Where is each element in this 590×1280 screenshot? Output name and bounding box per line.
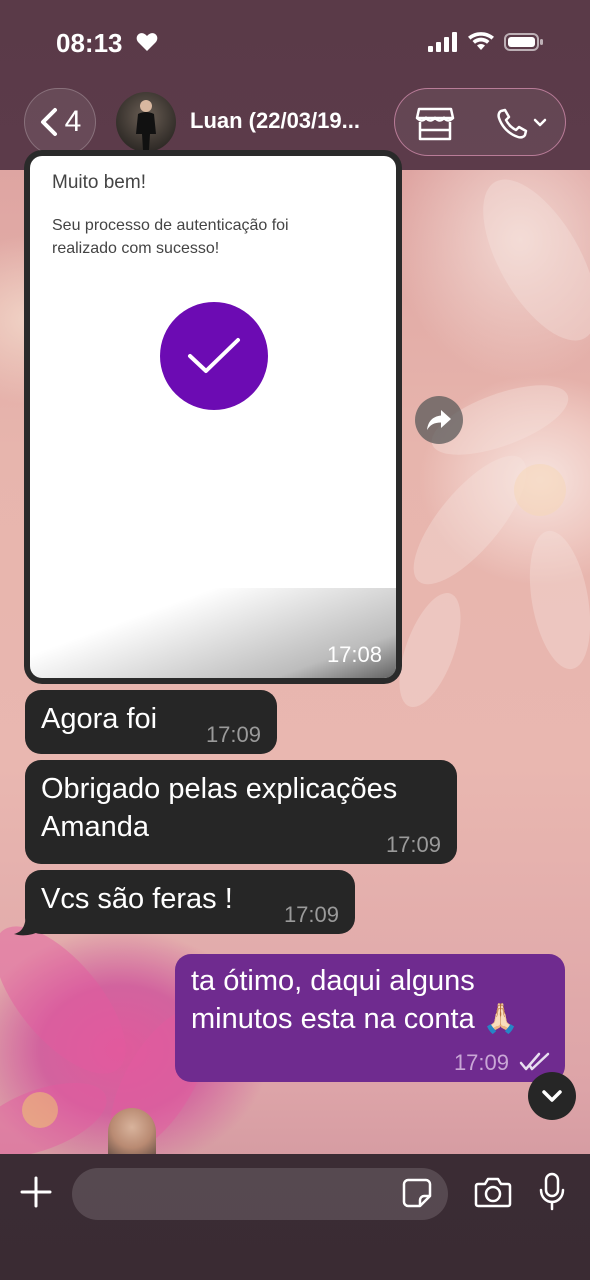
read-ticks-icon — [519, 1052, 550, 1071]
message-bubble-in[interactable]: Vcs são feras ! 17:09 — [25, 870, 355, 934]
image-text: Seu processo de autenticação foi realiza… — [52, 217, 289, 257]
checkmark-icon — [188, 338, 240, 373]
store-icon[interactable] — [415, 107, 455, 141]
status-icons — [428, 32, 544, 52]
message-bubble-in[interactable]: Obrigado pelas explicações Amanda 17:09 — [25, 760, 457, 864]
phone-call-icon[interactable] — [495, 107, 551, 141]
battery-icon — [504, 33, 543, 51]
cellular-signal-icon — [428, 32, 457, 52]
contact-name[interactable]: Luan (22/03/19... — [190, 108, 360, 134]
microphone-icon[interactable] — [538, 1172, 566, 1212]
image-content: Muito bem! Seu processo de autenticação … — [30, 156, 396, 678]
message-time: 17:09 — [283, 902, 339, 927]
image-title: Muito bem! — [52, 172, 146, 193]
image-message[interactable]: Muito bem! Seu processo de autenticação … — [24, 150, 402, 684]
status-time: 08:13 — [56, 28, 123, 58]
header-actions — [394, 88, 566, 156]
message-text-line: Amanda — [41, 811, 150, 843]
wifi-icon — [468, 32, 494, 50]
back-button[interactable]: 4 — [24, 88, 96, 156]
message-text-line: Obrigado pelas explicações — [41, 773, 398, 805]
camera-icon[interactable] — [474, 1176, 512, 1208]
sticker-icon[interactable] — [402, 1178, 432, 1208]
message-time: 17:09 — [453, 1050, 509, 1075]
person-photo — [136, 100, 156, 150]
message-text: Agora foi — [41, 703, 158, 735]
forward-button[interactable] — [415, 396, 463, 444]
contact-avatar[interactable] — [116, 92, 176, 152]
composer-bar — [0, 1154, 590, 1280]
chevron-left-icon — [40, 108, 57, 136]
plus-icon[interactable] — [18, 1174, 54, 1210]
message-text-line: minutos esta na conta 🙏🏻 — [191, 1003, 519, 1035]
success-check — [160, 302, 268, 410]
message-text-line: ta ótimo, daqui alguns — [191, 965, 475, 997]
message-time: 17:09 — [205, 722, 261, 747]
heart-icon — [136, 33, 158, 51]
message-bubble-out[interactable]: ta ótimo, daqui alguns minutos esta na c… — [175, 954, 565, 1082]
message-time: 17:08 — [326, 642, 382, 667]
unread-count: 4 — [64, 105, 82, 138]
message-text: Vcs são feras ! — [41, 883, 233, 915]
chat-header: 08:13 4 Luan (22/03/19... — [0, 0, 590, 170]
chevron-down-icon — [542, 1090, 562, 1102]
forward-arrow-icon — [427, 410, 451, 430]
message-input[interactable] — [72, 1168, 448, 1220]
message-bubble-in[interactable]: Agora foi 17:09 — [25, 690, 277, 754]
message-time: 17:09 — [385, 832, 441, 857]
wallpaper-face — [108, 1108, 156, 1156]
scroll-to-bottom-button[interactable] — [528, 1072, 576, 1120]
